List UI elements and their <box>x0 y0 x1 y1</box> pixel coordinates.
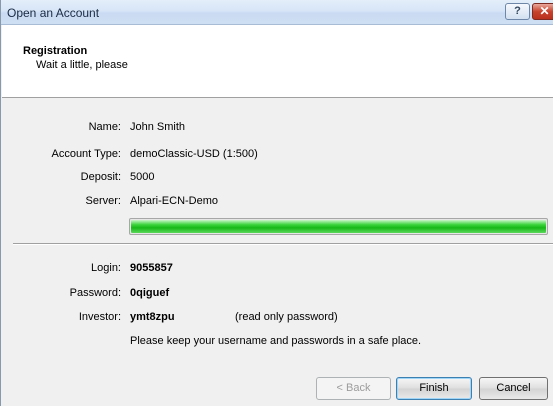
account-type-value: demoClassic-USD (1:500) <box>130 148 258 160</box>
password-label: Password: <box>69 287 121 299</box>
cancel-button[interactable]: Cancel <box>479 377 548 400</box>
server-label: Server: <box>85 195 121 207</box>
close-icon: ✕ <box>539 4 550 18</box>
page-title: Registration <box>23 45 88 57</box>
investor-label: Investor: <box>78 311 121 323</box>
name-value: John Smith <box>130 121 186 133</box>
close-button[interactable]: ✕ <box>532 3 553 20</box>
title-bar: Open an Account ? ✕ <box>1 0 553 25</box>
window-title: Open an Account <box>7 6 100 20</box>
investor-note: (read only password) <box>235 311 338 323</box>
wizard-header: Registration Wait a little, please <box>2 25 553 98</box>
login-value[interactable]: 9055857 <box>130 262 173 274</box>
deposit-label: Deposit: <box>80 171 121 183</box>
progress-fill <box>131 220 546 233</box>
help-button[interactable]: ? <box>505 3 530 20</box>
separator <box>13 243 553 245</box>
safe-place-notice: Please keep your username and passwords … <box>130 335 422 347</box>
deposit-value: 5000 <box>130 171 155 183</box>
login-label: Login: <box>91 262 121 274</box>
back-button[interactable]: < Back <box>316 377 391 400</box>
finish-button[interactable]: Finish <box>396 377 472 400</box>
page-subtitle: Wait a little, please <box>36 59 128 71</box>
open-account-dialog: Open an Account ? ✕ Registration Wait a … <box>0 0 553 406</box>
name-label: Name: <box>88 121 121 133</box>
server-value: Alpari-ECN-Demo <box>130 195 219 207</box>
password-value[interactable]: 0qiguef <box>130 287 169 299</box>
registration-progress-bar <box>129 218 548 235</box>
help-icon: ? <box>514 5 521 17</box>
account-type-label: Account Type: <box>51 148 121 160</box>
investor-value[interactable]: ymt8zpu <box>130 311 175 323</box>
